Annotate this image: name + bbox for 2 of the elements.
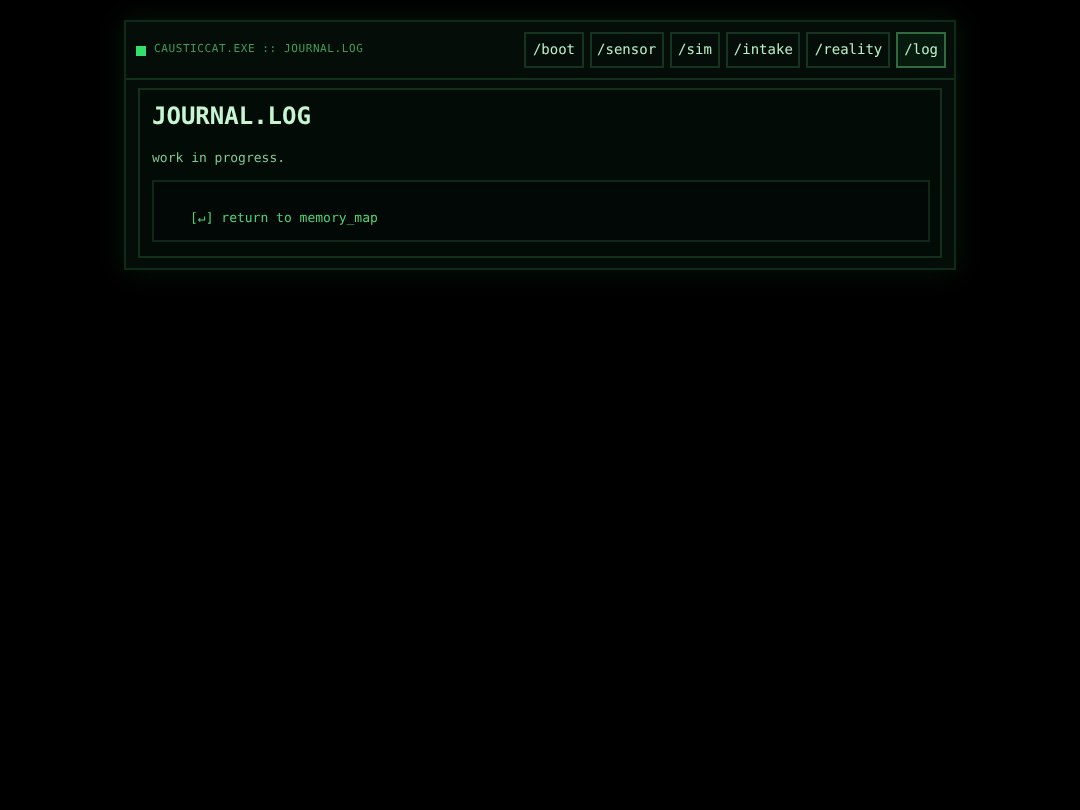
page-heading: JOURNAL.LOG xyxy=(152,102,313,130)
status-square-icon xyxy=(136,45,146,55)
